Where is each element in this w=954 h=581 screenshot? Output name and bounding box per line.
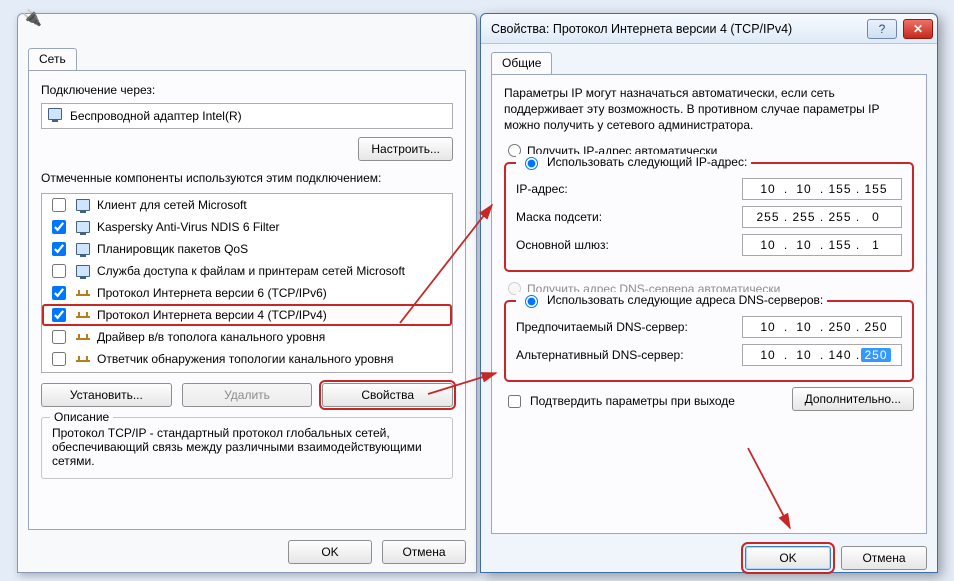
component-label: Протокол Интернета версии 4 (TCP/IPv4) bbox=[97, 308, 327, 322]
component-row[interactable]: Протокол Интернета версии 6 (TCP/IPv6) bbox=[42, 282, 452, 304]
ip-manual-radio-row[interactable]: Использовать следующий IP-адрес: bbox=[516, 154, 751, 170]
ipv4-properties-window: Свойства: Протокол Интернета версии 4 (T… bbox=[480, 13, 938, 573]
help-button[interactable]: ? bbox=[867, 19, 897, 39]
component-label: Ответчик обнаружения топологии канальног… bbox=[97, 352, 394, 366]
protocol-icon bbox=[75, 351, 91, 367]
adapter-icon: 🔌 bbox=[22, 8, 42, 28]
dns-manual-radio-row[interactable]: Использовать следующие адреса DNS-сервер… bbox=[516, 292, 827, 308]
right-cancel-button[interactable]: Отмена bbox=[841, 546, 927, 570]
titlebar[interactable]: Свойства: Протокол Интернета версии 4 (T… bbox=[481, 14, 937, 44]
tab-network[interactable]: Сеть bbox=[28, 48, 77, 70]
network-properties-window: 🔌 Сеть Подключение через: Беспроводной а… bbox=[17, 13, 477, 573]
close-button[interactable]: ✕ bbox=[903, 19, 933, 39]
gateway-label: Основной шлюз: bbox=[516, 238, 742, 252]
tab-general[interactable]: Общие bbox=[491, 52, 552, 74]
subnet-mask-input[interactable]: 255.255.255.0 bbox=[742, 206, 902, 228]
right-tab-body: Параметры IP могут назначаться автоматич… bbox=[491, 74, 927, 534]
protocol-icon bbox=[75, 285, 91, 301]
description-fieldset: Описание Протокол TCP/IP - стандартный п… bbox=[41, 417, 453, 479]
component-checkbox[interactable] bbox=[52, 264, 66, 278]
left-tab-body: Подключение через: Беспроводной адаптер … bbox=[28, 70, 466, 530]
service-icon bbox=[75, 263, 91, 279]
component-checkbox[interactable] bbox=[52, 286, 66, 300]
client-icon bbox=[75, 219, 91, 235]
client-icon bbox=[75, 241, 91, 257]
adapter-field[interactable]: Беспроводной адаптер Intel(R) bbox=[41, 103, 453, 129]
ip-address-label: IP-адрес: bbox=[516, 182, 742, 196]
component-row[interactable]: Планировщик пакетов QoS bbox=[42, 238, 452, 260]
client-icon bbox=[75, 197, 91, 213]
ip-manual-label: Использовать следующий IP-адрес: bbox=[547, 155, 747, 169]
dns-manual-radio[interactable] bbox=[525, 295, 538, 308]
component-row[interactable]: Протокол Интернета версии 4 (TCP/IPv4) bbox=[42, 304, 452, 326]
intro-text: Параметры IP могут назначаться автоматич… bbox=[504, 85, 914, 134]
description-text: Протокол TCP/IP - стандартный протокол г… bbox=[52, 426, 442, 468]
connect-via-label: Подключение через: bbox=[41, 83, 453, 97]
confirm-on-exit-label: Подтвердить параметры при выходе bbox=[530, 394, 735, 408]
left-cancel-button[interactable]: Отмена bbox=[382, 540, 466, 564]
protocol-icon bbox=[75, 307, 91, 323]
left-tab-strip: Сеть bbox=[28, 48, 466, 70]
component-label: Планировщик пакетов QoS bbox=[97, 242, 248, 256]
component-row[interactable]: Драйвер в/в тополога канального уровня bbox=[42, 326, 452, 348]
component-row[interactable]: Ответчик обнаружения топологии канальног… bbox=[42, 348, 452, 370]
component-label: Kaspersky Anti-Virus NDIS 6 Filter bbox=[97, 220, 280, 234]
right-ok-button[interactable]: OK bbox=[745, 546, 831, 570]
components-list[interactable]: Клиент для сетей Microsoft Kaspersky Anti… bbox=[41, 193, 453, 373]
dns-alt-input[interactable]: 10.10.140.250 bbox=[742, 344, 902, 366]
confirm-on-exit-checkbox[interactable] bbox=[508, 395, 521, 408]
component-checkbox[interactable] bbox=[52, 198, 66, 212]
component-checkbox[interactable] bbox=[52, 330, 66, 344]
component-row[interactable]: Клиент для сетей Microsoft bbox=[42, 194, 452, 216]
dns-pref-label: Предпочитаемый DNS-сервер: bbox=[516, 320, 742, 334]
ip-manual-radio[interactable] bbox=[525, 157, 538, 170]
subnet-mask-label: Маска подсети: bbox=[516, 210, 742, 224]
window-title: Свойства: Протокол Интернета версии 4 (T… bbox=[491, 22, 861, 36]
ip-address-input[interactable]: 10.10.155.155 bbox=[742, 178, 902, 200]
install-button[interactable]: Установить... bbox=[41, 383, 172, 407]
component-label: Протокол Интернета версии 6 (TCP/IPv6) bbox=[97, 286, 327, 300]
right-tab-strip: Общие bbox=[491, 52, 927, 74]
configure-button[interactable]: Настроить... bbox=[358, 137, 453, 161]
gateway-input[interactable]: 10.10.155.1 bbox=[742, 234, 902, 256]
component-label: Клиент для сетей Microsoft bbox=[97, 198, 247, 212]
component-label: Драйвер в/в тополога канального уровня bbox=[97, 330, 325, 344]
component-checkbox[interactable] bbox=[52, 308, 66, 322]
ip-manual-group: Использовать следующий IP-адрес: IP-адре… bbox=[504, 162, 914, 272]
protocol-icon bbox=[75, 329, 91, 345]
components-label: Отмеченные компоненты используются этим … bbox=[41, 171, 453, 185]
dns-alt-label: Альтернативный DNS-сервер: bbox=[516, 348, 742, 362]
adapter-device-icon bbox=[48, 108, 64, 124]
dns-pref-input[interactable]: 10.10.250.250 bbox=[742, 316, 902, 338]
description-legend: Описание bbox=[50, 410, 113, 424]
component-label: Служба доступа к файлам и принтерам сете… bbox=[97, 264, 405, 278]
dns-manual-group: Использовать следующие адреса DNS-сервер… bbox=[504, 300, 914, 382]
advanced-button[interactable]: Дополнительно... bbox=[792, 387, 914, 411]
left-ok-button[interactable]: OK bbox=[288, 540, 372, 564]
component-checkbox[interactable] bbox=[52, 220, 66, 234]
component-row[interactable]: Служба доступа к файлам и принтерам сете… bbox=[42, 260, 452, 282]
component-checkbox[interactable] bbox=[52, 352, 66, 366]
remove-button: Удалить bbox=[182, 383, 313, 407]
properties-button[interactable]: Свойства bbox=[322, 383, 453, 407]
dns-manual-label: Использовать следующие адреса DNS-сервер… bbox=[547, 293, 823, 307]
component-checkbox[interactable] bbox=[52, 242, 66, 256]
adapter-name: Беспроводной адаптер Intel(R) bbox=[70, 109, 242, 123]
component-row[interactable]: Kaspersky Anti-Virus NDIS 6 Filter bbox=[42, 216, 452, 238]
